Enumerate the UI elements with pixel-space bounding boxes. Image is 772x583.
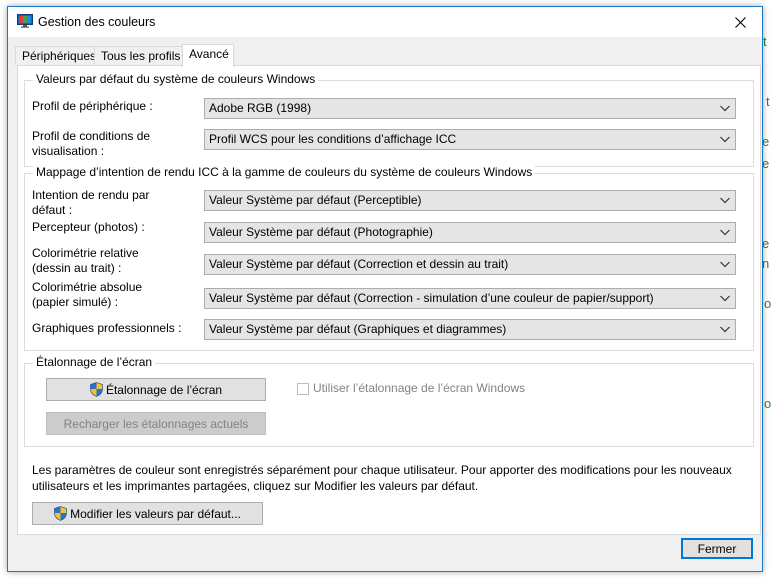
device-profile-value: Adobe RGB (1998): [209, 101, 312, 115]
device-profile-label: Profil de périphérique :: [32, 99, 153, 113]
viewing-conditions-select[interactable]: Profil WCS pour les conditions d’afficha…: [204, 129, 736, 150]
device-profile-select[interactable]: Adobe RGB (1998): [204, 98, 736, 119]
tab-tous-les-profils[interactable]: Tous les profils: [94, 46, 183, 65]
background-fragment: t: [766, 94, 770, 109]
info-text: Les paramètres de couleur sont enregistr…: [32, 462, 732, 494]
close-button[interactable]: [718, 7, 762, 37]
title-bar: Gestion des couleurs: [8, 7, 762, 37]
default-intent-value: Valeur Système par défaut (Perceptible): [209, 193, 422, 207]
relative-colorimetric-select[interactable]: Valeur Système par défaut (Correction et…: [204, 254, 736, 275]
chevron-down-icon: [720, 229, 730, 236]
absolute-colorimetric-select[interactable]: Valeur Système par défaut (Correction - …: [204, 288, 736, 309]
background-fragment: n: [762, 256, 770, 271]
mapping-group: Mappage d’intention de rendu ICC à la ga…: [24, 165, 754, 351]
background-fragment: e: [762, 236, 770, 251]
background-fragment: o: [764, 396, 772, 411]
chevron-down-icon: [720, 261, 730, 268]
label-line2: (dessin au trait) :: [32, 261, 122, 275]
mapping-label-relative: Colorimétrie relative (dessin au trait) …: [32, 246, 139, 276]
reload-calibrations-button[interactable]: Recharger les étalonnages actuels: [46, 412, 266, 435]
use-windows-calibration-label: Utiliser l’étalonnage de l’écran Windows: [313, 381, 526, 395]
viewing-conditions-label: Profil de conditions de visualisation :: [32, 129, 150, 159]
color-management-dialog: Gestion des couleurs Périphériques Tous …: [7, 6, 763, 572]
viewing-conditions-label-line2: visualisation :: [32, 144, 105, 158]
viewing-conditions-label-line1: Profil de conditions de: [32, 129, 151, 143]
background-fragment: t: [763, 34, 767, 49]
uac-shield-icon: [54, 506, 67, 521]
defaults-group: Valeurs par défaut du système de couleur…: [24, 72, 754, 167]
chevron-down-icon: [720, 326, 730, 333]
calibration-group-title: Étalonnage de l’écran: [33, 355, 156, 369]
close-icon: [734, 16, 746, 28]
label-line1: Colorimétrie relative: [32, 246, 139, 260]
use-windows-calibration-checkbox[interactable]: [297, 383, 309, 395]
calibration-group: Étalonnage de l’écran Étalonnage de l’éc…: [24, 355, 754, 447]
background-fragment: o: [764, 296, 772, 311]
change-defaults-button[interactable]: Modifier les valeurs par défaut...: [32, 502, 263, 525]
label-line1: Colorimétrie absolue: [32, 280, 143, 294]
tab-peripheriques[interactable]: Périphériques: [15, 46, 96, 65]
label-line1: Intention de rendu par: [32, 188, 150, 202]
reload-calibrations-label: Recharger les étalonnages actuels: [63, 416, 249, 431]
mapping-label-absolute: Colorimétrie absolue (papier simulé) :: [32, 280, 142, 310]
chevron-down-icon: [720, 295, 730, 302]
mapping-label-business: Graphiques professionnels :: [32, 321, 181, 336]
viewing-conditions-value: Profil WCS pour les conditions d’afficha…: [209, 132, 457, 146]
chevron-down-icon: [720, 105, 730, 112]
chevron-down-icon: [720, 197, 730, 204]
label-line1: Graphiques professionnels :: [32, 321, 182, 335]
close-dialog-button[interactable]: Fermer: [681, 538, 753, 559]
background-fragment: e: [762, 134, 770, 149]
background-fragment: e: [762, 156, 770, 171]
label-line2: (papier simulé) :: [32, 295, 119, 309]
close-dialog-label: Fermer: [697, 541, 737, 556]
business-graphics-value: Valeur Système par défaut (Graphiques et…: [209, 322, 507, 336]
default-intent-select[interactable]: Valeur Système par défaut (Perceptible): [204, 190, 736, 211]
mapping-label-default-intent: Intention de rendu par défaut :: [32, 188, 149, 218]
defaults-group-title: Valeurs par défaut du système de couleur…: [33, 72, 319, 86]
info-line1: Les paramètres de couleur sont enregistr…: [32, 463, 732, 477]
chevron-down-icon: [720, 136, 730, 143]
label-line2: défaut :: [32, 203, 73, 217]
window-title: Gestion des couleurs: [38, 15, 156, 29]
perceptual-select[interactable]: Valeur Système par défaut (Photographie): [204, 222, 736, 243]
uac-shield-icon: [90, 382, 103, 397]
advanced-panel: Valeurs par défaut du système de couleur…: [17, 65, 761, 535]
perceptual-value: Valeur Système par défaut (Photographie): [209, 225, 433, 239]
calibrate-display-label: Étalonnage de l’écran: [105, 382, 223, 397]
info-line2: utilisateurs et les imprimantes partagée…: [32, 479, 479, 493]
mapping-group-title: Mappage d’intention de rendu ICC à la ga…: [33, 165, 536, 179]
change-defaults-label: Modifier les valeurs par défaut...: [70, 506, 241, 521]
mapping-label-perceptual: Percepteur (photos) :: [32, 220, 145, 235]
calibrate-display-button[interactable]: Étalonnage de l’écran: [46, 378, 266, 401]
monitor-color-icon: [17, 14, 33, 28]
relative-colorimetric-value: Valeur Système par défaut (Correction et…: [209, 257, 509, 271]
tab-avance[interactable]: Avancé: [182, 44, 234, 67]
business-graphics-select[interactable]: Valeur Système par défaut (Graphiques et…: [204, 319, 736, 340]
absolute-colorimetric-value: Valeur Système par défaut (Correction - …: [209, 291, 654, 305]
label-line1: Percepteur (photos) :: [32, 220, 145, 234]
